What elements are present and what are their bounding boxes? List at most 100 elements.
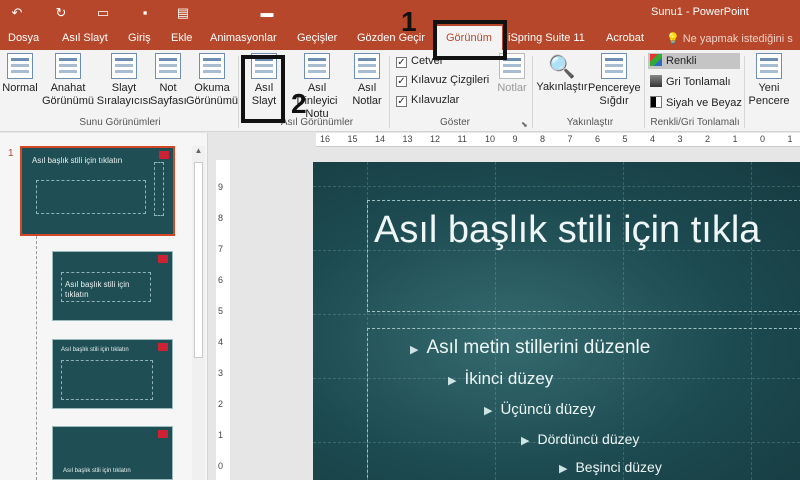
dialog-launcher-icon[interactable]: ⬊ (521, 120, 528, 129)
notes-master-label-2: Notlar (352, 95, 382, 107)
text-level-2-label: İkinci düzey (464, 369, 554, 388)
check-icon: ✓ (396, 57, 407, 68)
annotation-number-1: 1 (401, 6, 417, 37)
tab-giris[interactable]: Giriş (128, 32, 151, 44)
outline-view-icon (55, 53, 81, 79)
gridlines-checkbox[interactable]: ✓ Kılavuz Çizgileri (396, 74, 489, 87)
ruler-tick-label: 8 (540, 134, 546, 144)
ruler-tick-label: 12 (430, 134, 441, 144)
gridline (313, 186, 800, 187)
fit-to-window-button[interactable]: Pencereye Sığdır (588, 53, 641, 108)
group-separator (389, 56, 390, 128)
normal-view-button[interactable]: Normal (2, 53, 38, 95)
group-separator (238, 56, 239, 128)
ruler-tick-label: 5 (622, 134, 628, 144)
ruler-tick-label: 5 (218, 306, 224, 316)
reading-view-button[interactable]: Okuma Görünümü (186, 53, 238, 108)
slide-sorter-icon (111, 53, 137, 79)
slide-canvas[interactable]: Asıl başlık stili için tıkla ▶ Asıl metin… (313, 162, 800, 480)
layout-marker (158, 430, 168, 438)
tab-ekle[interactable]: Ekle (171, 32, 192, 44)
ruler-tick-label: 8 (218, 213, 224, 223)
grayscale-swatch-icon (650, 75, 662, 87)
thumbnail-title: Asıl başlık stili için tıklatın (32, 156, 123, 165)
new-window-label-1: Yeni (758, 82, 780, 94)
tab-animasyonlar[interactable]: Animasyonlar (210, 32, 277, 44)
master-marker (159, 151, 169, 159)
bullet-icon: ▶ (484, 405, 493, 417)
text-level-4-label: Dördüncü düzey (537, 431, 640, 447)
title-bar: ↶ ↻ ▭ ▪ ▤ ▬ Sunu1 - PowerPoint (0, 0, 800, 26)
title-placeholder[interactable]: Asıl başlık stili için tıkla (367, 200, 800, 312)
notes-page-button[interactable]: Not Sayfası (150, 53, 187, 108)
bullet-icon: ▶ (559, 463, 568, 475)
scroll-thumb[interactable] (194, 162, 203, 358)
new-window-label-2: Pencere (748, 95, 790, 107)
print-icon[interactable]: ▤ (174, 4, 192, 22)
magnifier-icon: 🔍 (548, 54, 576, 79)
tell-me-box[interactable]: 💡 Ne yapmak istediğini s (666, 32, 793, 45)
ruler-tick-label: 7 (218, 244, 224, 254)
ruler-tick-label: 3 (218, 368, 224, 378)
grayscale-option[interactable]: Gri Tonlamalı (648, 74, 740, 90)
color-option[interactable]: Renkli (648, 53, 740, 69)
outline-label-1: Anahat (50, 82, 86, 94)
thumbnail-scrollbar[interactable]: ▲ (192, 146, 205, 480)
guides-checkbox[interactable]: ✓ Kılavuzlar (396, 94, 459, 107)
black-white-option[interactable]: Siyah ve Beyaz (648, 95, 742, 111)
bullet-icon: ▶ (410, 344, 419, 356)
tab-gecisler[interactable]: Geçişler (297, 32, 337, 44)
ruler-tick-label: 10 (485, 134, 496, 144)
normal-label: Normal (2, 82, 38, 94)
notes-page-icon (155, 53, 181, 79)
zoom-label: Yakınlaştır (536, 81, 588, 93)
text-level-4: ▶ Dördüncü düzey (521, 431, 639, 447)
ruler-tick-label: 14 (375, 134, 386, 144)
open-folder-icon[interactable]: ▬ (258, 4, 276, 22)
new-window-button[interactable]: Yeni Pencere (748, 53, 790, 108)
ribbon: Normal Anahat Görünümü Slayt Sıralayıcıs… (0, 50, 800, 132)
fit-window-icon (601, 53, 627, 79)
outline-view-button[interactable]: Anahat Görünümü (40, 53, 96, 108)
layout-marker (158, 255, 168, 263)
group-separator (532, 56, 533, 128)
check-icon: ✓ (396, 76, 407, 87)
save-icon[interactable]: ▪ (136, 4, 154, 22)
tab-dosya[interactable]: Dosya (8, 32, 39, 44)
bullet-icon: ▶ (448, 375, 457, 387)
present-icon[interactable]: ▭ (94, 4, 112, 22)
black-white-label: Siyah ve Beyaz (666, 97, 742, 109)
ruler-tick-label: 15 (347, 134, 358, 144)
fit-label-2: Sığdır (599, 95, 629, 107)
notes-master-button[interactable]: Asıl Notlar (348, 53, 386, 108)
notes-toggle-label: Notlar (497, 82, 527, 94)
layout-thumbnail[interactable]: Asıl başlık stili için tıklatın (52, 426, 173, 480)
body-placeholder[interactable]: ▶ Asıl metin stillerini düzenle ▶ İkinci d… (367, 328, 800, 480)
thumbnail-number: 1 (8, 148, 14, 159)
content-placeholder (61, 360, 153, 400)
slide-sorter-button[interactable]: Slayt Sıralayıcısı (95, 53, 153, 108)
group-separator (744, 56, 745, 128)
normal-view-icon (7, 53, 33, 79)
redo-icon[interactable]: ↻ (52, 4, 70, 22)
tab-acrobat[interactable]: Acrobat (606, 32, 644, 44)
gridlines-label: Kılavuz Çizgileri (411, 74, 490, 86)
tab-ispring[interactable]: iSpring Suite 11 (508, 32, 585, 44)
layout-thumbnail[interactable]: Asıl başlık stili için tıklatın (52, 251, 173, 321)
scroll-up-icon[interactable]: ▲ (192, 146, 205, 158)
master-slide-thumbnail[interactable]: Asıl başlık stili için tıklatın (20, 146, 175, 236)
group-label-sunu: Sunu Görünümleri (79, 117, 161, 128)
undo-icon[interactable]: ↶ (8, 4, 26, 22)
slide-sorter-label-1: Slayt (111, 82, 137, 94)
thumbnail-title: Asıl başlık stili için tıklatın (61, 347, 129, 353)
text-level-5-label: Beşinci düzey (575, 459, 662, 475)
fit-label-1: Pencereye (588, 82, 641, 94)
layout-thumbnail[interactable]: Asıl başlık stili için tıklatın (52, 339, 173, 409)
ribbon-tabs: Dosya Asıl Slayt Giriş Ekle Animasyonlar… (0, 26, 800, 50)
notes-master-icon (354, 53, 380, 79)
guides-label: Kılavuzlar (411, 94, 460, 106)
zoom-button[interactable]: 🔍 Yakınlaştır (536, 53, 588, 94)
horizontal-ruler: 16 15 14 13 12 11 10 9 8 7 6 5 4 3 2 1 0 1 (316, 133, 800, 147)
tab-asil-slayt[interactable]: Asıl Slayt (62, 32, 108, 44)
ruler-tick-label: 3 (677, 134, 683, 144)
